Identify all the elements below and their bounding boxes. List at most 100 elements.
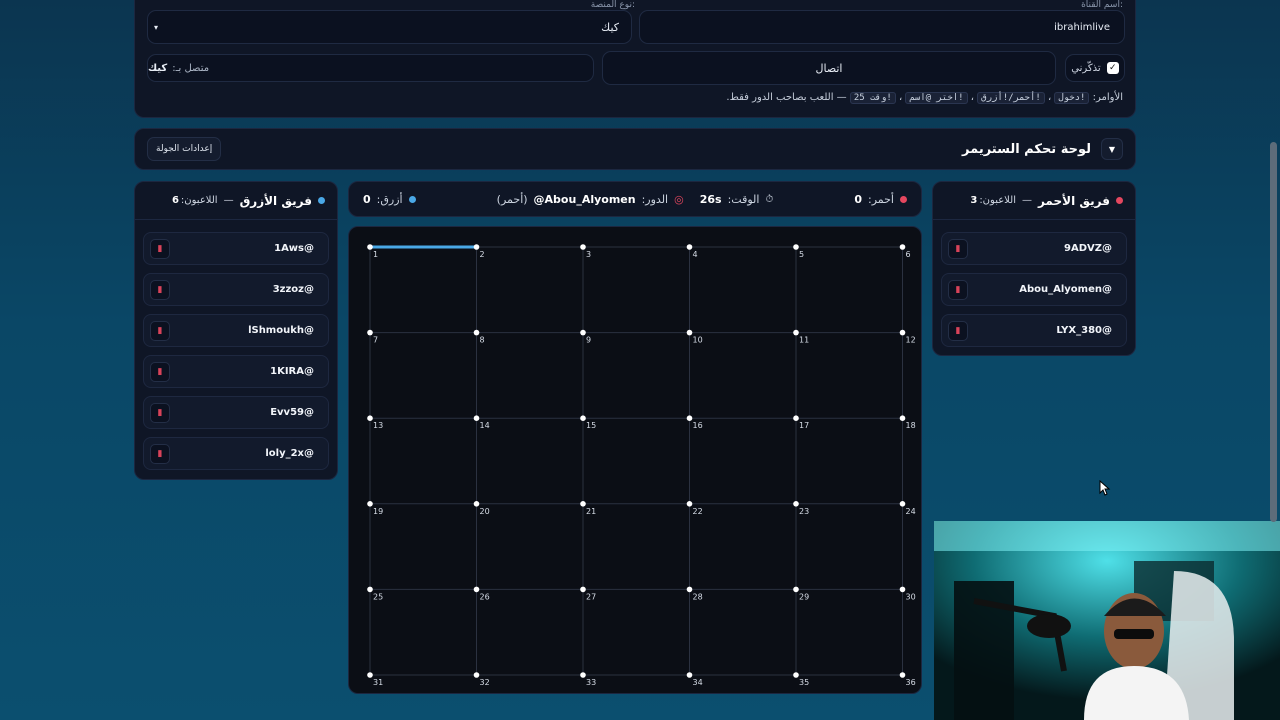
- red-players-label: اللاعبون:: [979, 195, 1016, 206]
- connected-prefix: متصل بـ:: [172, 62, 210, 74]
- grid-dot[interactable]: [793, 672, 799, 678]
- channel-input[interactable]: ibrahimlive: [639, 10, 1125, 44]
- trash-icon[interactable]: ▮: [150, 443, 170, 464]
- grid-dot[interactable]: [686, 329, 693, 336]
- grid-dot[interactable]: [367, 244, 373, 250]
- grid-dot[interactable]: [580, 586, 586, 593]
- trash-icon[interactable]: ▮: [150, 402, 170, 423]
- blue-team-name: فريق الأزرق: [239, 193, 312, 208]
- command-join: !دخول: [1054, 92, 1090, 104]
- player-row: ▮ loly_2x@: [143, 437, 329, 470]
- time-label: الوقت:: [727, 192, 760, 206]
- grid-dot[interactable]: [580, 672, 586, 678]
- grid-dot[interactable]: [580, 329, 586, 336]
- trash-icon[interactable]: ▮: [150, 320, 170, 341]
- round-settings-label: إعدادات الجولة: [156, 144, 213, 154]
- mouse-cursor-icon: [1099, 480, 1111, 496]
- grid-dot[interactable]: [899, 244, 906, 250]
- blue-team-panel: فريق الأزرق — اللاعبون: 6 ▮ 1Aws@ ▮ 3zzo…: [134, 181, 338, 480]
- trash-icon[interactable]: ▮: [948, 279, 968, 300]
- channel-label: اسم القناة:: [1081, 0, 1123, 10]
- streamer-control-bar: ▼ لوحة تحكم الستريمر إعدادات الجولة: [134, 128, 1136, 170]
- blue-dot-icon: [408, 195, 416, 203]
- grid-dot[interactable]: [686, 586, 693, 593]
- grid-dot[interactable]: [367, 501, 373, 507]
- red-team-header: فريق الأحمر — اللاعبون: 3: [933, 182, 1135, 220]
- game-board[interactable]: 1 2 3 4 5 6 7 8 9 10 11 12 13 14 15 16 17 18 19 20 21 22 23 24 2…: [348, 226, 922, 694]
- webcam-overlay: [934, 521, 1280, 720]
- grid-dot[interactable]: [686, 672, 693, 678]
- command-pick: !اختر @اسم: [905, 92, 968, 104]
- grid-dot[interactable]: [473, 501, 480, 507]
- grid-dot[interactable]: [473, 672, 480, 678]
- player-row: ▮ 3zzoz@: [143, 273, 329, 306]
- remember-toggle[interactable]: ✓ تذكّرني: [1065, 54, 1125, 82]
- grid-dot[interactable]: [793, 501, 799, 507]
- trash-icon[interactable]: ▮: [948, 320, 968, 341]
- trash-icon[interactable]: ▮: [150, 361, 170, 382]
- dot-label: 27: [586, 592, 596, 601]
- grid-dot[interactable]: [473, 329, 480, 336]
- grid-dot[interactable]: [473, 415, 480, 421]
- blue-dot-icon: [318, 197, 325, 204]
- caret-down-icon: ▼: [1108, 144, 1116, 154]
- trash-icon[interactable]: ▮: [150, 279, 170, 300]
- grid-dot[interactable]: [367, 586, 373, 593]
- trash-icon[interactable]: ▮: [948, 238, 968, 259]
- dot-label: 34: [693, 678, 703, 687]
- settings-panel: اسم القناة: ibrahimlive نوع المنصة: ▾ كي…: [134, 0, 1136, 118]
- turn-player: @Abou_Alyomen: [533, 192, 636, 206]
- timer-icon: ⏱: [765, 193, 774, 205]
- collapse-toggle[interactable]: ▼: [1101, 138, 1123, 160]
- connect-button[interactable]: اتصال: [602, 51, 1056, 85]
- grid-dot[interactable]: [899, 672, 906, 678]
- score-bar: أحمر: 0 ⏱ الوقت: 26s ◎ الدور: @Abou_Alyo…: [348, 181, 922, 217]
- grid-dot[interactable]: [473, 244, 480, 250]
- command-time: !وقت 25: [849, 92, 896, 104]
- grid-dot[interactable]: [793, 329, 799, 336]
- grid-dot[interactable]: [793, 586, 799, 593]
- dot-label: 3: [586, 250, 591, 259]
- dot-label: 35: [799, 678, 809, 687]
- grid-dot[interactable]: [793, 244, 799, 250]
- player-name: loly_2x@: [265, 448, 314, 459]
- dot-label: 6: [906, 250, 911, 259]
- round-settings-button[interactable]: إعدادات الجولة: [147, 137, 222, 161]
- grid-dot[interactable]: [580, 415, 586, 421]
- grid-dot[interactable]: [580, 244, 586, 250]
- grid-dot[interactable]: [899, 329, 906, 336]
- dot-label: 18: [906, 421, 916, 430]
- grid-dot[interactable]: [580, 501, 586, 507]
- separator-dash: —: [1021, 195, 1032, 206]
- channel-value: ibrahimlive: [1054, 21, 1110, 33]
- commands-note: — اللعب بصاحب الدور فقط.: [726, 92, 847, 103]
- grid-dot[interactable]: [686, 415, 693, 421]
- dot-label: 9: [586, 336, 591, 345]
- platform-select[interactable]: ▾ كيك: [147, 10, 632, 44]
- grid-dot[interactable]: [899, 501, 906, 507]
- grid-dot[interactable]: [473, 586, 480, 593]
- grid-dot[interactable]: [686, 244, 693, 250]
- scrollbar-thumb[interactable]: [1270, 142, 1277, 522]
- turn-team: (أحمر): [496, 192, 528, 206]
- player-row: ▮ Abou_Alyomen@: [941, 273, 1127, 306]
- player-row: ▮ 9ADVZ@: [941, 232, 1127, 265]
- grid-dot[interactable]: [899, 586, 906, 593]
- dot-label: 21: [586, 507, 596, 516]
- player-row: ▮ LYX_380@: [941, 314, 1127, 347]
- dot-label: 14: [480, 421, 490, 430]
- grid-dot[interactable]: [793, 415, 799, 421]
- dots-grid[interactable]: 1 2 3 4 5 67 8 9 10 11 1213 14 15 16 17 1819 20 21 22 23 242…: [349, 227, 923, 695]
- dot-label: 12: [906, 336, 916, 345]
- grid-dot[interactable]: [899, 415, 906, 421]
- grid-dot[interactable]: [686, 501, 693, 507]
- commands-help: الأوامر: !دخول ، !أحمر/!أزرق ، !اختر @اس…: [726, 92, 1123, 104]
- player-name: 3zzoz@: [272, 284, 314, 295]
- dot-label: 8: [480, 336, 485, 345]
- grid-dot[interactable]: [367, 329, 373, 336]
- grid-dot[interactable]: [367, 672, 373, 678]
- red-score-label: أحمر:: [868, 192, 894, 206]
- grid-dot[interactable]: [367, 415, 373, 421]
- trash-icon[interactable]: ▮: [150, 238, 170, 259]
- player-name: 1KIRA@: [270, 366, 314, 377]
